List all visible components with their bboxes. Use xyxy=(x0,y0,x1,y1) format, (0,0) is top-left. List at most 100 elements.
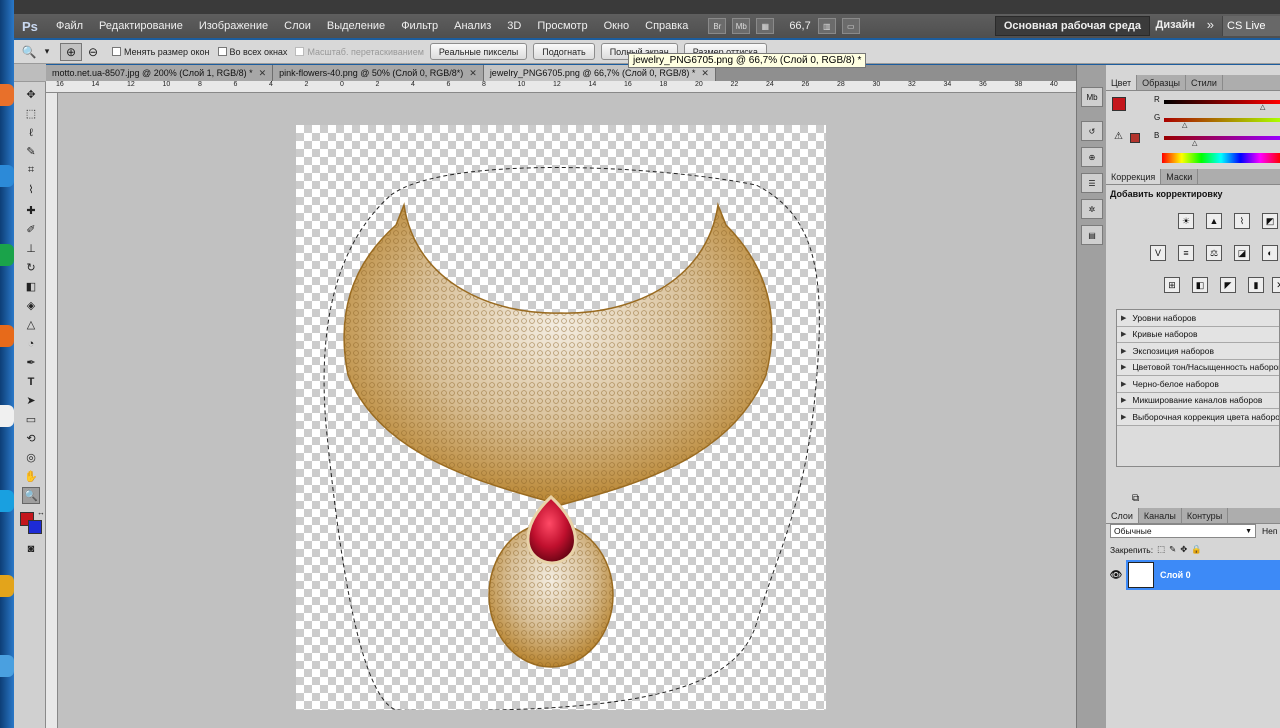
slider-thumb-icon[interactable]: △ xyxy=(1182,121,1187,129)
expand-triangle-icon[interactable]: ▶ xyxy=(1121,413,1126,421)
stamp-tool-icon[interactable]: ⊥ xyxy=(22,240,40,257)
lock-transparency-icon[interactable]: ⬚ xyxy=(1157,544,1165,555)
eye-icon[interactable]: 👁 xyxy=(1106,560,1126,590)
scrubby-zoom-checkbox[interactable]: Масштаб. перетаскиванием xyxy=(295,47,424,57)
slider-thumb-icon[interactable]: △ xyxy=(1260,103,1265,111)
shape-tool-icon[interactable]: ▭ xyxy=(22,411,40,428)
zoom-tool-icon[interactable]: 🔍 xyxy=(22,487,40,504)
workspace-design[interactable]: Дизайн xyxy=(1156,19,1195,31)
curves-icon[interactable]: ⌇ xyxy=(1234,213,1250,229)
lasso-tool-icon[interactable]: ℓ xyxy=(22,124,40,141)
3d-orbit-tool-icon[interactable]: ◎ xyxy=(22,449,40,466)
history-panel-icon[interactable]: ↺ xyxy=(1081,121,1103,141)
lock-pixels-icon[interactable]: ✎ xyxy=(1169,544,1176,555)
menu-layers[interactable]: Слои xyxy=(276,20,319,32)
preset-item[interactable]: ▶ Уровни наборов xyxy=(1117,310,1279,327)
type-tool-icon[interactable]: T xyxy=(22,373,40,390)
tab-adjustments[interactable]: Коррекция xyxy=(1106,169,1162,184)
doc-tab[interactable]: motto.net.ua-8507.jpg @ 200% (Слой 1, RG… xyxy=(46,65,274,81)
screen-mode-icon[interactable]: ▭ xyxy=(841,18,860,34)
vibrance-icon[interactable]: V xyxy=(1150,245,1166,261)
healing-brush-tool-icon[interactable]: ✚ xyxy=(22,202,40,219)
actual-pixels-button[interactable]: Реальные пикселы xyxy=(429,43,528,60)
close-icon[interactable]: ✕ xyxy=(469,68,477,79)
expand-triangle-icon[interactable]: ▶ xyxy=(1121,314,1126,322)
b-slider[interactable] xyxy=(1164,136,1280,140)
foreground-color-swatch[interactable] xyxy=(1112,97,1126,111)
eraser-tool-icon[interactable]: ◧ xyxy=(22,278,40,295)
expand-triangle-icon[interactable]: ▶ xyxy=(1121,363,1126,371)
canvas-area[interactable] xyxy=(58,93,1076,728)
app-shortcut-icon[interactable] xyxy=(0,165,14,187)
color-balance-icon[interactable]: ⚖ xyxy=(1206,245,1222,261)
menu-view[interactable]: Просмотр xyxy=(529,20,595,32)
navigator-panel-icon[interactable]: ⊕ xyxy=(1081,147,1103,167)
layer-row[interactable]: 👁 Слой 0 xyxy=(1106,560,1280,590)
chevron-down-icon[interactable]: ▾ xyxy=(40,43,54,61)
menu-select[interactable]: Выделение xyxy=(319,20,393,32)
expand-triangle-icon[interactable]: ▶ xyxy=(1121,380,1126,388)
color-spectrum-bar[interactable] xyxy=(1162,153,1280,163)
zoom-in-icon[interactable]: ⊕ xyxy=(60,42,82,61)
preset-item[interactable]: ▶ Микширование каналов наборов xyxy=(1117,393,1279,409)
close-icon[interactable]: ✕ xyxy=(701,68,709,79)
levels-icon[interactable]: ▲ xyxy=(1206,213,1222,229)
all-windows-checkbox[interactable]: Во всех окнах xyxy=(217,47,287,57)
clone-source-icon[interactable]: ✲ xyxy=(1081,199,1103,219)
cs-live-button[interactable]: CS Live xyxy=(1222,16,1280,36)
hand-tool-icon[interactable]: ✋ xyxy=(22,468,40,485)
tab-layers[interactable]: Слои xyxy=(1106,508,1139,523)
expand-triangle-icon[interactable]: ▶ xyxy=(1121,396,1126,404)
minibridge-icon[interactable]: Mb xyxy=(732,18,751,34)
menu-edit[interactable]: Редактирование xyxy=(91,20,191,32)
menu-analysis[interactable]: Анализ xyxy=(446,20,499,32)
history-brush-tool-icon[interactable]: ↻ xyxy=(22,259,40,276)
dodge-tool-icon[interactable]: ◔ xyxy=(22,335,40,352)
invert-icon[interactable]: ◧ xyxy=(1192,277,1208,293)
chrome-icon[interactable] xyxy=(0,575,14,597)
lock-position-icon[interactable]: ✥ xyxy=(1180,544,1187,555)
app-shortcut-icon[interactable] xyxy=(0,405,14,427)
3d-rotate-tool-icon[interactable]: ⟲ xyxy=(22,430,40,447)
preset-item[interactable]: ▶ Цветовой тон/Насыщенность наборов xyxy=(1117,360,1279,376)
minibridge-panel-icon[interactable]: Mb xyxy=(1081,87,1103,107)
document-canvas[interactable] xyxy=(296,125,826,711)
tool-presets-icon[interactable]: ☰ xyxy=(1081,173,1103,193)
zoom-out-icon[interactable]: ⊖ xyxy=(82,43,104,61)
pen-tool-icon[interactable]: ✒ xyxy=(22,354,40,371)
preset-item[interactable]: ▶ Экспозиция наборов xyxy=(1117,343,1279,360)
tab-paths[interactable]: Контуры xyxy=(1182,508,1229,523)
expand-triangle-icon[interactable]: ▶ xyxy=(1121,330,1126,338)
marquee-tool-icon[interactable]: ⬚ xyxy=(22,105,40,122)
bridge-icon[interactable]: Br xyxy=(708,18,727,34)
photo-filter-icon[interactable]: ◐ xyxy=(1262,245,1278,261)
eyedropper-tool-icon[interactable]: ⌇ xyxy=(22,181,40,198)
menu-image[interactable]: Изображение xyxy=(191,20,276,32)
menu-3d[interactable]: 3D xyxy=(499,20,529,32)
menu-file[interactable]: Файл xyxy=(48,20,91,32)
path-select-tool-icon[interactable]: ➤ xyxy=(22,392,40,409)
preset-item[interactable]: ▶ Черно-белое наборов xyxy=(1117,376,1279,393)
firefox-icon[interactable] xyxy=(0,325,14,347)
paint-bucket-tool-icon[interactable]: ◈ xyxy=(22,297,40,314)
expand-triangle-icon[interactable]: ▶ xyxy=(1121,347,1126,355)
app-shortcut-icon[interactable] xyxy=(0,655,14,677)
zoom-tool-preset-icon[interactable]: 🔍 xyxy=(18,43,40,61)
skype-icon[interactable] xyxy=(0,490,14,512)
arrange-docs-icon[interactable]: ▥ xyxy=(817,18,836,34)
preset-item[interactable]: ▶ Кривые наборов xyxy=(1117,327,1279,343)
close-icon[interactable]: ✕ xyxy=(259,68,267,79)
brush-tool-icon[interactable]: ✐ xyxy=(22,221,40,238)
workspace-switcher[interactable]: Основная рабочая среда xyxy=(994,16,1150,36)
crop-tool-icon[interactable]: ⌗ xyxy=(22,162,40,179)
vertical-ruler[interactable] xyxy=(46,93,58,728)
tools-panel-grip[interactable] xyxy=(14,64,46,82)
hue-saturation-icon[interactable]: ≡ xyxy=(1178,245,1194,261)
quick-mask-icon[interactable]: ◙ xyxy=(22,540,40,557)
swap-colors-icon[interactable]: ↔ xyxy=(32,504,50,521)
preset-item[interactable]: ▶ Выборочная коррекция цвета наборов xyxy=(1117,409,1279,426)
resize-windows-checkbox[interactable]: Менять размер окон xyxy=(112,47,210,57)
exposure-icon[interactable]: ◩ xyxy=(1262,213,1278,229)
lock-all-icon[interactable]: 🔒 xyxy=(1191,544,1202,555)
menu-help[interactable]: Справка xyxy=(637,20,696,32)
